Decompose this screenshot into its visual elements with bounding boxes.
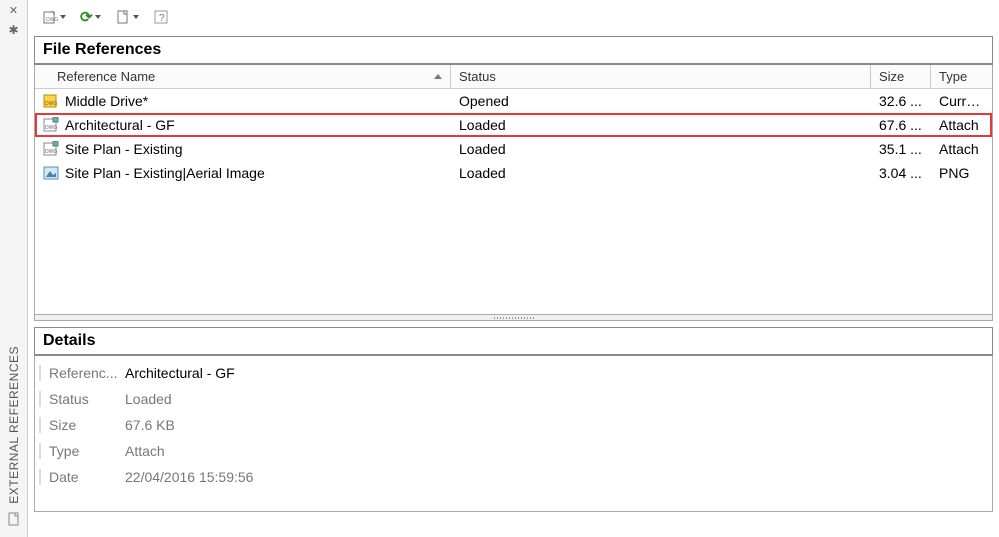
- cell-size: 67.6 ...: [871, 117, 931, 133]
- close-icon[interactable]: ✕: [9, 4, 18, 17]
- dwg-yellow-icon: DWG: [43, 93, 59, 109]
- help-button[interactable]: ?: [149, 7, 173, 27]
- svg-text:DWG: DWG: [46, 17, 58, 23]
- table-row[interactable]: Site Plan - Existing|Aerial Image Loaded3…: [35, 161, 992, 185]
- dwg-icon: DWG: [43, 141, 59, 157]
- attach-file-button[interactable]: [111, 7, 143, 27]
- detail-label: Date: [39, 469, 119, 485]
- cell-type: Attach: [931, 117, 991, 133]
- grip-dots-icon: [494, 317, 534, 319]
- column-header-status[interactable]: Status: [451, 65, 871, 88]
- cell-name: Site Plan - Existing|Aerial Image: [35, 165, 451, 181]
- main-panel: DWG ⟳ ? File References Reference Name S…: [28, 0, 999, 537]
- detail-value[interactable]: 67.6 KB: [119, 417, 992, 433]
- cell-size: 35.1 ...: [871, 141, 931, 157]
- detail-value[interactable]: Attach: [119, 443, 992, 459]
- detail-label: Type: [39, 443, 119, 459]
- svg-text:DWG: DWG: [45, 149, 57, 155]
- cell-size: 32.6 ...: [871, 93, 931, 109]
- table-row[interactable]: DWG Architectural - GF Loaded67.6 ...Attac…: [35, 113, 992, 137]
- file-references-table: Reference Name Status Size Type DWG Middl…: [34, 65, 993, 315]
- file-name: Site Plan - Existing|Aerial Image: [65, 165, 265, 181]
- cell-name: DWG Site Plan - Existing: [35, 141, 451, 157]
- table-row[interactable]: DWG Middle Drive* Opened32.6 ...Current: [35, 89, 992, 113]
- detail-value[interactable]: Loaded: [119, 391, 992, 407]
- sort-asc-icon: [434, 74, 442, 79]
- cell-status: Loaded: [451, 117, 871, 133]
- file-name: Architectural - GF: [65, 117, 175, 133]
- file-name: Site Plan - Existing: [65, 141, 183, 157]
- detail-value[interactable]: 22/04/2016 15:59:56: [119, 469, 992, 485]
- detail-row-type: Type Attach: [35, 438, 992, 464]
- cell-status: Loaded: [451, 141, 871, 157]
- pin-icon[interactable]: ✱: [8, 23, 18, 37]
- table-header: Reference Name Status Size Type: [35, 65, 992, 89]
- panel-doc-icon[interactable]: [7, 512, 21, 529]
- details-panel: Referenc... Architectural - GF Status Lo…: [34, 356, 993, 512]
- side-rail: ✕ ✱ EXTERNAL REFERENCES: [0, 0, 28, 537]
- detail-value[interactable]: Architectural - GF: [119, 365, 992, 381]
- cell-size: 3.04 ...: [871, 165, 931, 181]
- chevron-down-icon: [60, 15, 66, 19]
- detail-row-size: Size 67.6 KB: [35, 412, 992, 438]
- column-header-name-label: Reference Name: [57, 69, 155, 84]
- attach-dwg-button[interactable]: DWG: [38, 7, 70, 27]
- dwg-icon: DWG: [43, 117, 59, 133]
- detail-row-status: Status Loaded: [35, 386, 992, 412]
- column-header-size[interactable]: Size: [871, 65, 931, 88]
- details-header: Details: [34, 327, 993, 356]
- svg-text:?: ?: [159, 13, 165, 24]
- toolbar: DWG ⟳ ?: [34, 4, 993, 30]
- table-body: DWGMiddle Drive*Opened32.6 ...CurrentDWG…: [35, 89, 992, 314]
- details-body: Referenc... Architectural - GF Status Lo…: [35, 356, 992, 511]
- detail-label: Referenc...: [39, 365, 119, 381]
- detail-label: Status: [39, 391, 119, 407]
- panel-title: EXTERNAL REFERENCES: [7, 346, 21, 504]
- cell-type: PNG: [931, 165, 991, 181]
- image-icon: [43, 165, 59, 181]
- file-references-header: File References: [34, 36, 993, 65]
- chevron-down-icon: [133, 15, 139, 19]
- detail-label: Size: [39, 417, 119, 433]
- cell-status: Loaded: [451, 165, 871, 181]
- cell-type: Current: [931, 93, 991, 109]
- cell-type: Attach: [931, 141, 991, 157]
- refresh-button[interactable]: ⟳: [76, 6, 105, 28]
- svg-text:DWG: DWG: [45, 101, 57, 107]
- detail-row-reference: Referenc... Architectural - GF: [35, 360, 992, 386]
- cell-status: Opened: [451, 93, 871, 109]
- detail-row-date: Date 22/04/2016 15:59:56: [35, 464, 992, 490]
- table-row[interactable]: DWG Site Plan - Existing Loaded35.1 ...Att…: [35, 137, 992, 161]
- column-header-name[interactable]: Reference Name: [35, 65, 451, 88]
- svg-text:DWG: DWG: [45, 125, 57, 131]
- splitter-handle[interactable]: [34, 315, 993, 321]
- cell-name: DWG Architectural - GF: [35, 117, 451, 133]
- chevron-down-icon: [95, 15, 101, 19]
- column-header-type[interactable]: Type: [931, 65, 991, 88]
- cell-name: DWG Middle Drive*: [35, 93, 451, 109]
- file-name: Middle Drive*: [65, 93, 148, 109]
